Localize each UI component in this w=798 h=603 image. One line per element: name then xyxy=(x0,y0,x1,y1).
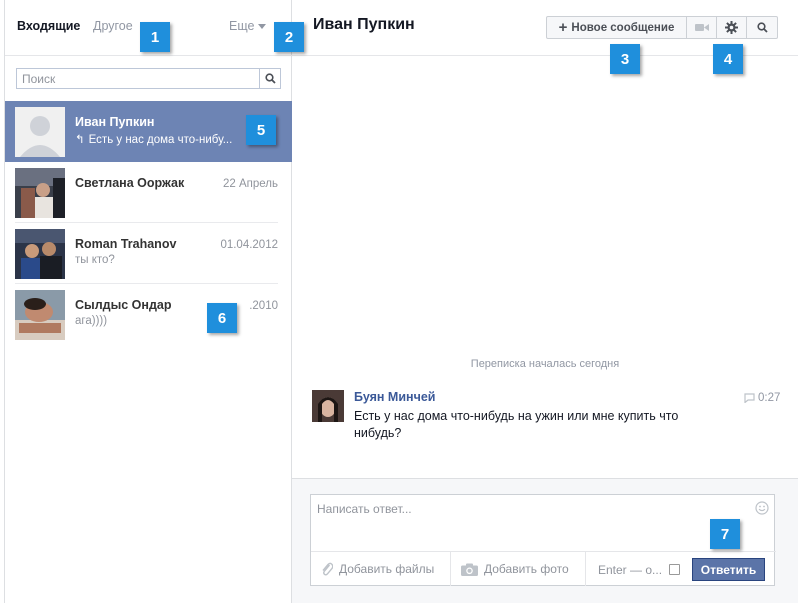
thread-name: Сылдыс Ондар xyxy=(75,298,172,312)
reply-composer: Добавить файлы Добавить фото Enter — о..… xyxy=(310,494,776,586)
paperclip-icon xyxy=(321,561,333,577)
message-text: Есть у нас дома что-нибудь на ужин или м… xyxy=(354,409,679,440)
callout-marker-2: 2 xyxy=(274,22,304,52)
video-call-button[interactable] xyxy=(687,17,717,38)
reply-arrow-icon: ↰ xyxy=(75,134,85,146)
callout-marker-1: 1 xyxy=(140,22,170,52)
message-time-text: 0:27 xyxy=(758,392,781,404)
conversation-search-button[interactable] xyxy=(747,17,777,38)
avatar xyxy=(15,229,65,279)
callout-marker-4: 4 xyxy=(713,44,743,74)
thread-snippet: ты кто? xyxy=(75,254,115,266)
avatar[interactable] xyxy=(312,390,344,422)
message-author[interactable]: Буян Минчей xyxy=(354,390,435,404)
avatar xyxy=(15,107,65,157)
add-files-label: Добавить файлы xyxy=(339,562,435,576)
thread-name: Roman Trahanov xyxy=(75,237,177,251)
thread-list-panel: Входящие Другое Еще Иван Пупкин ↰Есть у … xyxy=(4,0,292,603)
tab-other[interactable]: Другое xyxy=(93,19,133,33)
plus-icon: + xyxy=(558,19,568,36)
conversation-title: Иван Пупкин xyxy=(313,16,415,33)
avatar xyxy=(15,168,65,218)
search-box xyxy=(16,68,281,89)
chevron-down-icon xyxy=(258,24,267,30)
thread-snippet: ага)))) xyxy=(75,315,108,327)
more-dropdown[interactable]: Еще xyxy=(229,19,267,33)
new-message-button[interactable]: + Новое сообщение xyxy=(547,17,687,38)
reply-input[interactable] xyxy=(311,495,751,550)
add-files-button[interactable]: Добавить файлы xyxy=(311,551,451,586)
message-time: 0:27 xyxy=(744,392,780,404)
thread-snippet: ↰ Есть у нас дома что-нибу... xyxy=(75,132,232,146)
thread-date: 01.04.2012 xyxy=(220,239,278,251)
tab-inbox[interactable]: Входящие xyxy=(17,19,80,33)
thread-date: 22 Апрель xyxy=(223,178,278,190)
thread-item-svetlana[interactable]: Светлана Ооржак 22 Апрель xyxy=(5,162,292,223)
chat-bubble-icon xyxy=(744,393,755,403)
conversation-panel: Иван Пупкин + Новое сообщение Переписка … xyxy=(292,0,798,603)
video-camera-icon xyxy=(694,24,709,31)
thread-snippet-text: Есть у нас дома что-нибу... xyxy=(88,134,233,146)
reply-button[interactable]: Ответить xyxy=(692,558,765,581)
add-photo-button[interactable]: Добавить фото xyxy=(451,551,586,586)
settings-button[interactable] xyxy=(717,17,747,38)
search-input[interactable] xyxy=(17,69,260,88)
new-message-label: Новое сообщение xyxy=(571,21,675,34)
gear-icon xyxy=(725,21,738,34)
add-photo-label: Добавить фото xyxy=(484,562,569,576)
search-icon xyxy=(756,22,768,33)
callout-marker-7: 7 xyxy=(710,519,740,549)
more-label: Еще xyxy=(229,19,255,33)
thread-name: Светлана Ооржак xyxy=(75,176,185,190)
avatar xyxy=(15,290,65,340)
thread-item-roman[interactable]: Roman Trahanov ты кто? 01.04.2012 xyxy=(5,223,292,284)
search-button[interactable] xyxy=(259,69,280,88)
conversation-started-label: Переписка началась сегодня xyxy=(470,358,620,370)
callout-marker-3: 3 xyxy=(610,44,640,74)
thread-name: Иван Пупкин xyxy=(75,115,155,129)
emoji-icon[interactable] xyxy=(755,501,769,518)
thread-date: .2010 xyxy=(249,300,278,312)
thread-item-syldys[interactable]: Сылдыс Ондар ага)))) .2010 xyxy=(5,284,292,345)
search-icon xyxy=(264,73,276,84)
enter-to-send-label: Enter — о... xyxy=(598,563,663,577)
callout-marker-6: 6 xyxy=(207,303,237,333)
camera-icon xyxy=(461,563,478,576)
callout-marker-5: 5 xyxy=(246,115,276,145)
composer-send-area: Enter — о... Ответить xyxy=(586,551,776,586)
header-toolbar: + Новое сообщение xyxy=(546,16,778,39)
enter-to-send-checkbox[interactable] xyxy=(669,564,680,575)
